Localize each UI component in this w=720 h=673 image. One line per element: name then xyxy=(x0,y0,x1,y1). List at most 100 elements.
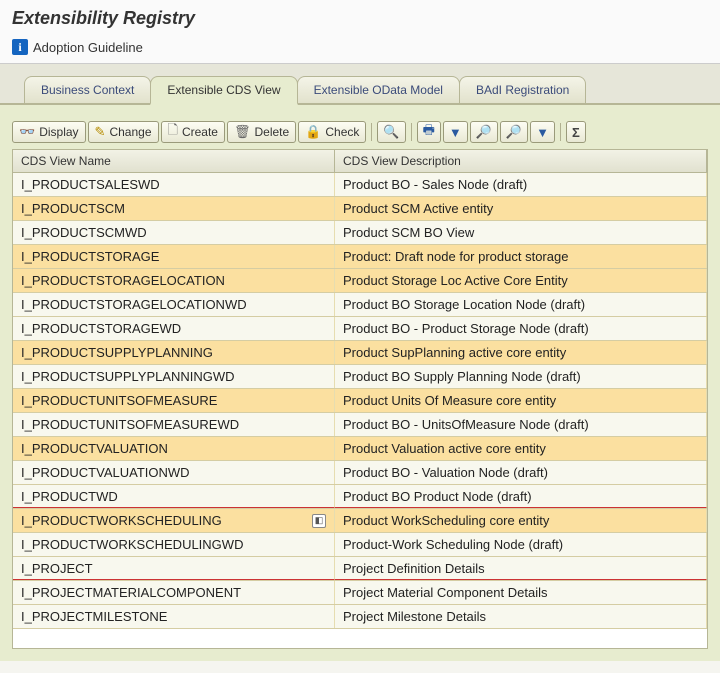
adoption-guideline-link[interactable]: i Adoption Guideline xyxy=(12,39,708,55)
find-icon: 🔎 xyxy=(476,124,492,140)
cds-view-grid: CDS View Name CDS View Description I_PRO… xyxy=(12,149,708,649)
table-row[interactable]: I_PRODUCTWORKSCHEDULING◧Product WorkSche… xyxy=(13,509,707,533)
cds-view-name-cell[interactable]: I_PRODUCTSALESWD xyxy=(13,173,335,196)
cds-view-desc-cell[interactable]: Project Definition Details xyxy=(335,557,707,580)
toolbar-separator xyxy=(411,123,412,141)
cds-view-name-cell[interactable]: I_PRODUCTWORKSCHEDULINGWD xyxy=(13,533,335,556)
cds-view-desc-cell[interactable]: Project Material Component Details xyxy=(335,581,707,604)
cds-view-name-cell[interactable]: I_PROJECTMILESTONE xyxy=(13,605,335,628)
filter-button[interactable]: ▼ xyxy=(530,121,555,143)
toolbar: 👓 Display ✎ Change 🗋 Create 🗑 Delete 🔒 C… xyxy=(12,117,708,149)
cds-view-desc-cell[interactable]: Product BO - Sales Node (draft) xyxy=(335,173,707,196)
guideline-label: Adoption Guideline xyxy=(33,40,143,55)
delete-button[interactable]: 🗑 Delete xyxy=(227,121,296,143)
cds-view-name-cell[interactable]: I_PRODUCTWORKSCHEDULING◧ xyxy=(13,509,335,532)
tab-badi-registration[interactable]: BAdI Registration xyxy=(459,76,586,103)
cds-view-desc-cell[interactable]: Product BO Supply Planning Node (draft) xyxy=(335,365,707,388)
sum-button[interactable]: Σ xyxy=(566,121,586,143)
cds-view-name-cell[interactable]: I_PRODUCTSCMWD xyxy=(13,221,335,244)
table-row[interactable]: I_PRODUCTWDProduct BO Product Node (draf… xyxy=(13,485,707,509)
cds-view-desc-cell[interactable]: Product: Draft node for product storage xyxy=(335,245,707,268)
cds-view-name-cell[interactable]: I_PRODUCTWD xyxy=(13,485,335,508)
table-row[interactable]: I_PROJECTProject Definition Details xyxy=(13,557,707,581)
col-header-name[interactable]: CDS View Name xyxy=(13,150,335,172)
table-row[interactable]: I_PRODUCTSTORAGELOCATIONWDProduct BO Sto… xyxy=(13,293,707,317)
tab-business-context[interactable]: Business Context xyxy=(24,76,151,103)
find-next-button[interactable]: 🔎 xyxy=(500,121,528,143)
table-row[interactable]: I_PROJECTMATERIALCOMPONENTProject Materi… xyxy=(13,581,707,605)
cds-view-name-cell[interactable]: I_PRODUCTSTORAGELOCATION xyxy=(13,269,335,292)
table-row[interactable]: I_PRODUCTSALESWDProduct BO - Sales Node … xyxy=(13,173,707,197)
content-area: 👓 Display ✎ Change 🗋 Create 🗑 Delete 🔒 C… xyxy=(0,105,720,661)
funnel-icon: ▼ xyxy=(536,125,549,140)
cds-view-name-cell[interactable]: I_PRODUCTUNITSOFMEASURE xyxy=(13,389,335,412)
display-button[interactable]: 👓 Display xyxy=(12,121,86,143)
cds-view-desc-cell[interactable]: Product Valuation active core entity xyxy=(335,437,707,460)
value-help-icon[interactable]: ◧ xyxy=(312,514,326,528)
cds-view-name-cell[interactable]: I_PRODUCTVALUATION xyxy=(13,437,335,460)
change-button[interactable]: ✎ Change xyxy=(88,121,159,143)
table-row[interactable]: I_PRODUCTSCMProduct SCM Active entity xyxy=(13,197,707,221)
cds-view-name-cell[interactable]: I_PRODUCTUNITSOFMEASUREWD xyxy=(13,413,335,436)
print-button[interactable]: 🖶 xyxy=(417,121,441,143)
table-row[interactable]: I_PRODUCTWORKSCHEDULINGWDProduct-Work Sc… xyxy=(13,533,707,557)
page-title: Extensibility Registry xyxy=(12,8,708,29)
table-row[interactable]: I_PRODUCTUNITSOFMEASUREProduct Units Of … xyxy=(13,389,707,413)
table-row[interactable]: I_PRODUCTSTORAGEProduct: Draft node for … xyxy=(13,245,707,269)
tab-bar: Business ContextExtensible CDS ViewExten… xyxy=(0,64,720,105)
cds-view-name-cell[interactable]: I_PROJECTMATERIALCOMPONENT xyxy=(13,581,335,604)
table-row[interactable]: I_PRODUCTVALUATIONProduct Valuation acti… xyxy=(13,437,707,461)
page-icon: 🗋 xyxy=(168,121,178,143)
find-button[interactable]: 🔎 xyxy=(470,121,498,143)
cds-view-name-cell[interactable]: I_PRODUCTSTORAGELOCATIONWD xyxy=(13,293,335,316)
cds-view-name-cell[interactable]: I_PRODUCTVALUATIONWD xyxy=(13,461,335,484)
table-row[interactable]: I_PRODUCTSTORAGEWDProduct BO - Product S… xyxy=(13,317,707,341)
table-row[interactable]: I_PRODUCTUNITSOFMEASUREWDProduct BO - Un… xyxy=(13,413,707,437)
table-row[interactable]: I_PRODUCTSCMWDProduct SCM BO View xyxy=(13,221,707,245)
sigma-icon: Σ xyxy=(572,125,580,140)
details-button[interactable]: 🔍 xyxy=(377,121,405,143)
cds-view-desc-cell[interactable]: Product BO Storage Location Node (draft) xyxy=(335,293,707,316)
table-row[interactable]: I_PRODUCTSUPPLYPLANNINGProduct SupPlanni… xyxy=(13,341,707,365)
info-icon: i xyxy=(12,39,28,55)
tab-extensible-odata-model[interactable]: Extensible OData Model xyxy=(297,76,460,103)
col-header-desc[interactable]: CDS View Description xyxy=(335,150,707,172)
details-icon: 🔍 xyxy=(383,124,399,140)
table-row[interactable]: I_PRODUCTSTORAGELOCATIONProduct Storage … xyxy=(13,269,707,293)
cds-view-name-cell[interactable]: I_PRODUCTSTORAGE xyxy=(13,245,335,268)
cds-view-name-cell[interactable]: I_PRODUCTSTORAGEWD xyxy=(13,317,335,340)
table-row[interactable]: I_PRODUCTSUPPLYPLANNINGWDProduct BO Supp… xyxy=(13,365,707,389)
find-next-icon: 🔎 xyxy=(506,124,522,140)
tab-extensible-cds-view[interactable]: Extensible CDS View xyxy=(150,76,297,105)
cds-view-name-cell[interactable]: I_PRODUCTSUPPLYPLANNING xyxy=(13,341,335,364)
glasses-icon: 👓 xyxy=(19,124,35,140)
cds-view-desc-cell[interactable]: Product-Work Scheduling Node (draft) xyxy=(335,533,707,556)
check-button[interactable]: 🔒 Check xyxy=(298,121,366,143)
table-row[interactable]: I_PRODUCTVALUATIONWDProduct BO - Valuati… xyxy=(13,461,707,485)
cds-view-name-cell[interactable]: I_PROJECT xyxy=(13,557,335,580)
lock-check-icon: 🔒 xyxy=(305,124,321,140)
grid-header-row: CDS View Name CDS View Description xyxy=(13,150,707,173)
cds-view-desc-cell[interactable]: Project Milestone Details xyxy=(335,605,707,628)
header-area: Extensibility Registry i Adoption Guidel… xyxy=(0,0,720,64)
pencil-icon: ✎ xyxy=(95,124,106,140)
cds-view-desc-cell[interactable]: Product WorkScheduling core entity xyxy=(335,509,707,532)
export-icon: ▼ xyxy=(449,125,462,140)
export-button[interactable]: ▼ xyxy=(443,121,468,143)
cds-view-desc-cell[interactable]: Product BO Product Node (draft) xyxy=(335,485,707,508)
cds-view-desc-cell[interactable]: Product SupPlanning active core entity xyxy=(335,341,707,364)
print-icon: 🖶 xyxy=(423,121,435,143)
cds-view-desc-cell[interactable]: Product Storage Loc Active Core Entity xyxy=(335,269,707,292)
create-button[interactable]: 🗋 Create xyxy=(161,121,225,143)
cds-view-desc-cell[interactable]: Product SCM BO View xyxy=(335,221,707,244)
cds-view-desc-cell[interactable]: Product Units Of Measure core entity xyxy=(335,389,707,412)
cds-view-desc-cell[interactable]: Product BO - Valuation Node (draft) xyxy=(335,461,707,484)
cds-view-desc-cell[interactable]: Product BO - UnitsOfMeasure Node (draft) xyxy=(335,413,707,436)
cds-view-name-cell[interactable]: I_PRODUCTSCM xyxy=(13,197,335,220)
cds-view-name-cell[interactable]: I_PRODUCTSUPPLYPLANNINGWD xyxy=(13,365,335,388)
cds-view-desc-cell[interactable]: Product BO - Product Storage Node (draft… xyxy=(335,317,707,340)
toolbar-separator xyxy=(371,123,372,141)
grid-body: I_PRODUCTSALESWDProduct BO - Sales Node … xyxy=(13,173,707,629)
table-row[interactable]: I_PROJECTMILESTONEProject Milestone Deta… xyxy=(13,605,707,629)
cds-view-desc-cell[interactable]: Product SCM Active entity xyxy=(335,197,707,220)
